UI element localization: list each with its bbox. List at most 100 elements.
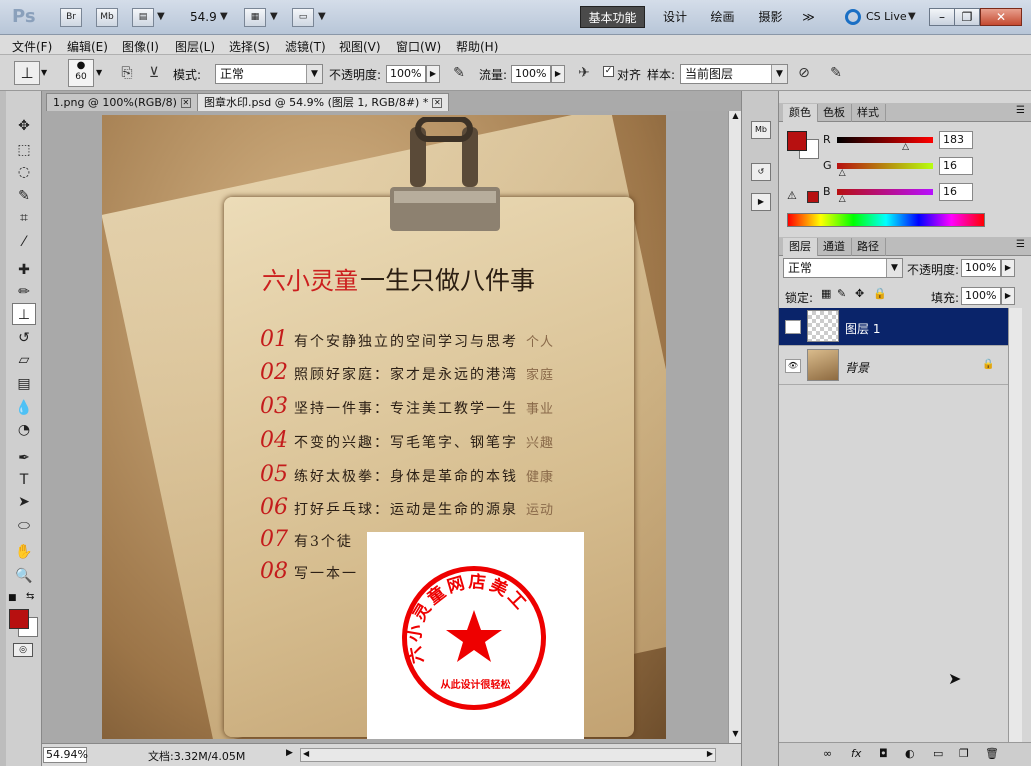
panel-menu-icon[interactable]: ☰ xyxy=(1016,239,1025,250)
bridge-button[interactable]: Br xyxy=(60,8,82,27)
clone-stamp-tool-icon[interactable]: ⊥ xyxy=(12,303,36,325)
ellipse-tool-icon[interactable]: ⬭ xyxy=(12,515,36,537)
pressure-size-icon[interactable]: ✎ xyxy=(826,63,846,83)
minimize-icon[interactable]: – xyxy=(929,8,955,26)
marquee-tool-icon[interactable]: ⬚ xyxy=(12,139,36,161)
new-group-icon[interactable]: ▭ xyxy=(933,747,943,760)
menu-filter[interactable]: 滤镜(T) xyxy=(285,38,326,55)
crop-tool-icon[interactable]: ⌗ xyxy=(12,207,36,229)
layer-name[interactable]: 图层 1 xyxy=(845,320,880,337)
menu-image[interactable]: 图像(I) xyxy=(122,38,159,55)
document-canvas[interactable]: 六小灵童 一生只做八件事 01 有个安静独立的空间学习与思考 个人 02 照顾好家庭：… xyxy=(102,115,666,739)
adjustment-layer-icon[interactable]: ◐ xyxy=(905,747,915,760)
hand-tool-icon[interactable]: ✋ xyxy=(12,541,36,563)
add-mask-icon[interactable]: ◘ xyxy=(879,747,888,760)
tab-1-png[interactable]: 1.png @ 100%(RGB/8) ✕ xyxy=(46,93,198,111)
tab-layers[interactable]: 图层 xyxy=(783,238,818,256)
swap-colors-icon[interactable]: ⇆ xyxy=(26,591,34,602)
fill-input[interactable]: 100% xyxy=(961,287,1001,305)
opacity-slider-icon[interactable]: ▶ xyxy=(426,65,440,83)
brush-picker[interactable]: ● 60 xyxy=(68,59,94,87)
airbrush-icon[interactable]: ✈ xyxy=(574,63,594,83)
flow-input[interactable]: 100% xyxy=(511,65,551,83)
actions-icon[interactable]: ▶ xyxy=(751,193,771,211)
arrange-icon[interactable]: ▦ xyxy=(244,8,266,27)
gradient-tool-icon[interactable]: ▤ xyxy=(12,373,36,395)
default-colors-icon[interactable]: ■ xyxy=(8,593,17,603)
layer-row-background[interactable]: 👁 背景 🔒 xyxy=(779,347,1008,385)
brush-dropdown-icon[interactable]: ▼ xyxy=(96,68,102,77)
scroll-right-icon[interactable]: ▶ xyxy=(707,749,713,758)
quick-select-tool-icon[interactable]: ✎ xyxy=(12,185,36,207)
layers-scrollbar[interactable] xyxy=(1008,308,1022,742)
gamut-color-chip[interactable] xyxy=(807,191,819,203)
cs-live-dropdown-icon[interactable]: ▼ xyxy=(908,11,916,22)
vertical-scrollbar[interactable]: ▲ ▼ xyxy=(728,111,741,743)
blur-tool-icon[interactable]: 💧 xyxy=(12,397,36,419)
cs-live-button[interactable]: CS Live xyxy=(866,10,907,23)
healing-brush-tool-icon[interactable]: ✚ xyxy=(12,259,36,281)
workspace-photo[interactable]: 摄影 xyxy=(748,6,793,28)
more-workspaces[interactable]: ≫ xyxy=(796,6,821,28)
stamp-panel-icon[interactable]: ⊻ xyxy=(144,63,164,83)
lock-transparency-icon[interactable]: ▦ xyxy=(821,287,831,300)
fg-color-chip[interactable] xyxy=(787,131,807,151)
layer-opacity-input[interactable]: 100% xyxy=(961,259,1001,277)
tab-stamp-psd[interactable]: 图章水印.psd @ 54.9% (图层 1, RGB/8#) * ✕ xyxy=(197,93,450,111)
delete-layer-icon[interactable]: 🗑 xyxy=(985,747,999,760)
dodge-tool-icon[interactable]: ◔ xyxy=(12,419,36,441)
lasso-tool-icon[interactable]: ◌ xyxy=(12,161,36,183)
opacity-input[interactable]: 100% xyxy=(386,65,426,83)
path-select-tool-icon[interactable]: ➤ xyxy=(12,491,36,513)
mini-bridge-button[interactable]: Mb xyxy=(96,8,118,27)
zoom-level[interactable]: 54.9 xyxy=(190,10,217,24)
screen-mode-dropdown-icon[interactable]: ▼ xyxy=(318,11,326,22)
tab-swatches[interactable]: 色板 xyxy=(817,104,852,122)
menu-help[interactable]: 帮助(H) xyxy=(456,38,498,55)
panel-menu-icon[interactable]: ☰ xyxy=(1016,105,1025,116)
link-layers-icon[interactable]: ∞ xyxy=(823,747,832,760)
tab-color[interactable]: 颜色 xyxy=(783,104,818,122)
r-value[interactable]: 183 xyxy=(939,131,973,149)
blend-mode-select[interactable]: 正常 ▼ xyxy=(783,258,903,278)
brush-tool-icon[interactable]: ✏ xyxy=(12,281,36,303)
menu-view[interactable]: 视图(V) xyxy=(339,38,381,55)
layer-row-layer1[interactable]: 👁 图层 1 xyxy=(779,308,1008,346)
layer-opacity-arrow-icon[interactable]: ▶ xyxy=(1001,259,1015,277)
mode-select[interactable]: 正常 ▼ xyxy=(215,64,323,84)
r-slider-thumb[interactable]: △ xyxy=(902,142,909,152)
type-tool-icon[interactable]: T xyxy=(12,469,36,491)
gamut-warning-icon[interactable]: ⚠ xyxy=(787,189,797,202)
b-slider-thumb[interactable]: △ xyxy=(839,194,846,204)
sample-select[interactable]: 当前图层 ▼ xyxy=(680,64,788,84)
scroll-left-icon[interactable]: ◀ xyxy=(303,749,309,758)
close-tab-icon[interactable]: ✕ xyxy=(180,98,191,108)
flow-slider-icon[interactable]: ▶ xyxy=(551,65,565,83)
clone-source-icon[interactable]: ⎘ xyxy=(117,63,137,83)
new-layer-icon[interactable]: ❐ xyxy=(959,747,969,760)
layer-name[interactable]: 背景 xyxy=(845,359,869,376)
zoom-dropdown-icon[interactable]: ▼ xyxy=(220,11,228,22)
workspace-paint[interactable]: 绘画 xyxy=(700,6,745,28)
workspace-basic[interactable]: 基本功能 xyxy=(580,6,645,28)
ignore-adjustment-icon[interactable]: ⊘ xyxy=(794,63,814,83)
tab-channels[interactable]: 通道 xyxy=(817,238,852,256)
zoom-tool-icon[interactable]: 🔍 xyxy=(12,565,36,587)
extras-dropdown-icon[interactable]: ▼ xyxy=(157,11,165,22)
tool-preset-stamp-icon[interactable]: ⊥ xyxy=(14,61,40,85)
color-spectrum[interactable] xyxy=(787,213,985,227)
tab-styles[interactable]: 样式 xyxy=(851,104,886,122)
workspace-design[interactable]: 设计 xyxy=(650,6,700,28)
pressure-opacity-icon[interactable]: ✎ xyxy=(449,63,469,83)
eye-icon[interactable]: 👁 xyxy=(785,320,801,334)
fill-arrow-icon[interactable]: ▶ xyxy=(1001,287,1015,305)
tab-paths[interactable]: 路径 xyxy=(851,238,886,256)
tool-preset-dropdown-icon[interactable]: ▼ xyxy=(41,68,47,77)
history-icon[interactable]: ↺ xyxy=(751,163,771,181)
restore-icon[interactable]: ❐ xyxy=(954,8,980,26)
g-slider-thumb[interactable]: △ xyxy=(839,168,846,178)
eyedropper-tool-icon[interactable]: ⁄ xyxy=(12,231,36,253)
scroll-up-icon[interactable]: ▲ xyxy=(730,111,741,123)
g-slider[interactable]: △ xyxy=(837,163,933,178)
extras-icon[interactable]: ▤ xyxy=(132,8,154,27)
